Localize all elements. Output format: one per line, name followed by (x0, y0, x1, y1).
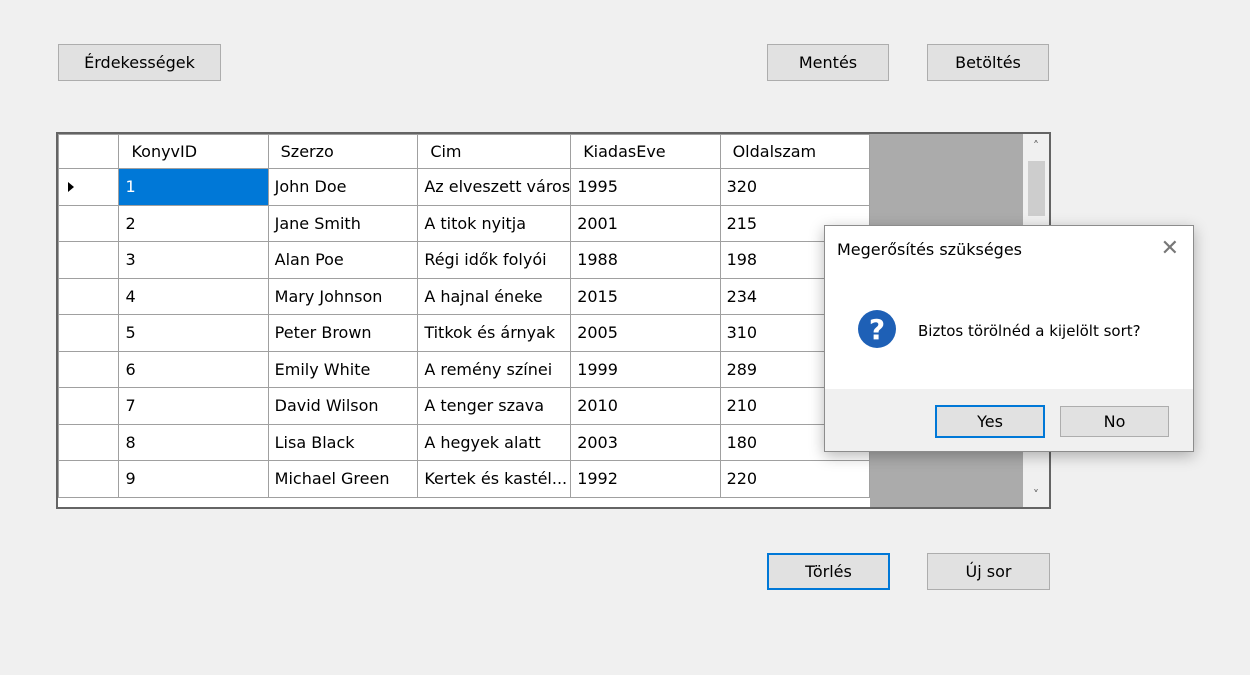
table-cell-szerzo[interactable]: Emily White (267, 350, 419, 388)
column-header[interactable]: Szerzo (267, 134, 419, 169)
delete-button[interactable]: Törlés (767, 553, 890, 590)
dialog-message: Biztos törölnéd a kijelölt sort? (918, 322, 1141, 340)
save-button[interactable]: Mentés (767, 44, 889, 81)
interests-button[interactable]: Érdekességek (58, 44, 221, 81)
table-cell-cim[interactable]: A hegyek alatt (417, 423, 572, 461)
table-row[interactable]: 4 Mary Johnson A hajnal éneke 2015 234 (58, 277, 870, 315)
column-header[interactable]: Cim (417, 134, 572, 169)
table-cell-szerzo[interactable]: John Doe (267, 168, 419, 206)
table-cell-cim[interactable]: A hajnal éneke (417, 277, 572, 315)
table-cell-konyvid[interactable]: 4 (118, 277, 269, 315)
no-button[interactable]: No (1060, 406, 1169, 437)
table-cell-kiadaseve[interactable]: 1999 (570, 350, 721, 388)
table-cell-cim[interactable]: A remény színei (417, 350, 572, 388)
column-header[interactable]: Oldalszam (719, 134, 870, 169)
table-row[interactable]: 2 Jane Smith A titok nyitja 2001 215 (58, 204, 870, 242)
table-cell-szerzo[interactable]: Michael Green (267, 460, 419, 498)
row-header-cell[interactable] (58, 423, 120, 461)
row-header-cell[interactable] (58, 460, 120, 498)
scroll-up-icon[interactable]: ˄ (1023, 134, 1049, 158)
table-cell-oldalszam[interactable]: 320 (719, 168, 870, 206)
table-cell-konyvid[interactable]: 2 (118, 204, 269, 242)
table-cell-kiadaseve[interactable]: 2005 (570, 314, 721, 352)
row-header-cell[interactable] (58, 204, 120, 242)
books-table: KonyvID Szerzo Cim KiadasEve Oldalszam 1… (58, 134, 870, 498)
table-row[interactable]: 6 Emily White A remény színei 1999 289 (58, 350, 870, 388)
table-row[interactable]: 3 Alan Poe Régi idők folyói 1988 198 (58, 241, 870, 279)
scroll-thumb[interactable] (1028, 161, 1045, 216)
table-cell-kiadaseve[interactable]: 2001 (570, 204, 721, 242)
table-cell-cim[interactable]: A tenger szava (417, 387, 572, 425)
new-row-button[interactable]: Új sor (927, 553, 1050, 590)
table-cell-konyvid[interactable]: 8 (118, 423, 269, 461)
table-cell-konyvid[interactable]: 3 (118, 241, 269, 279)
table-cell-konyvid[interactable]: 5 (118, 314, 269, 352)
row-header-cell[interactable] (58, 314, 120, 352)
row-header-cell[interactable] (58, 277, 120, 315)
corner-header-cell[interactable] (58, 134, 120, 169)
table-cell-cim[interactable]: Titkok és árnyak (417, 314, 572, 352)
table-cell-kiadaseve[interactable]: 1995 (570, 168, 721, 206)
current-row-arrow-icon (68, 182, 74, 192)
table-cell-szerzo[interactable]: Alan Poe (267, 241, 419, 279)
table-row[interactable]: 7 David Wilson A tenger szava 2010 210 (58, 387, 870, 425)
confirm-dialog: Megerősítés szükséges ✕ ? Biztos törölné… (824, 225, 1194, 452)
table-cell-cim[interactable]: Kertek és kastél... (417, 460, 572, 498)
table-cell-konyvid[interactable]: 9 (118, 460, 269, 498)
dialog-title: Megerősítés szükséges (837, 240, 1022, 259)
row-header-cell[interactable] (58, 168, 120, 206)
table-cell-kiadaseve[interactable]: 2003 (570, 423, 721, 461)
table-cell-konyvid[interactable]: 6 (118, 350, 269, 388)
table-cell-oldalszam[interactable]: 220 (719, 460, 870, 498)
load-button[interactable]: Betöltés (927, 44, 1049, 81)
column-header[interactable]: KonyvID (118, 134, 269, 169)
table-cell-cim[interactable]: Az elveszett város (417, 168, 572, 206)
table-row[interactable]: 9 Michael Green Kertek és kastél... 1992 220 (58, 460, 870, 498)
table-cell-szerzo[interactable]: Lisa Black (267, 423, 419, 461)
close-icon[interactable]: ✕ (1161, 238, 1179, 260)
table-cell-konyvid[interactable]: 1 (118, 168, 269, 206)
table-row[interactable]: 8 Lisa Black A hegyek alatt 2003 180 (58, 423, 870, 461)
table-cell-kiadaseve[interactable]: 1988 (570, 241, 721, 279)
yes-button[interactable]: Yes (935, 405, 1045, 438)
table-cell-kiadaseve[interactable]: 1992 (570, 460, 721, 498)
question-icon: ? (858, 310, 896, 348)
table-row[interactable]: 1 John Doe Az elveszett város 1995 320 (58, 168, 870, 206)
column-header[interactable]: KiadasEve (570, 134, 721, 169)
header-row: KonyvID Szerzo Cim KiadasEve Oldalszam (58, 134, 870, 169)
table-cell-kiadaseve[interactable]: 2010 (570, 387, 721, 425)
table-cell-szerzo[interactable]: Peter Brown (267, 314, 419, 352)
table-cell-kiadaseve[interactable]: 2015 (570, 277, 721, 315)
scroll-down-icon[interactable]: ˅ (1023, 483, 1049, 507)
table-cell-szerzo[interactable]: Jane Smith (267, 204, 419, 242)
row-header-cell[interactable] (58, 241, 120, 279)
table-cell-szerzo[interactable]: Mary Johnson (267, 277, 419, 315)
table-row[interactable]: 5 Peter Brown Titkok és árnyak 2005 310 (58, 314, 870, 352)
table-cell-szerzo[interactable]: David Wilson (267, 387, 419, 425)
table-cell-cim[interactable]: A titok nyitja (417, 204, 572, 242)
table-cell-cim[interactable]: Régi idők folyói (417, 241, 572, 279)
row-header-cell[interactable] (58, 387, 120, 425)
table-cell-konyvid[interactable]: 7 (118, 387, 269, 425)
grid-table-area: KonyvID Szerzo Cim KiadasEve Oldalszam 1… (58, 134, 870, 507)
row-header-cell[interactable] (58, 350, 120, 388)
